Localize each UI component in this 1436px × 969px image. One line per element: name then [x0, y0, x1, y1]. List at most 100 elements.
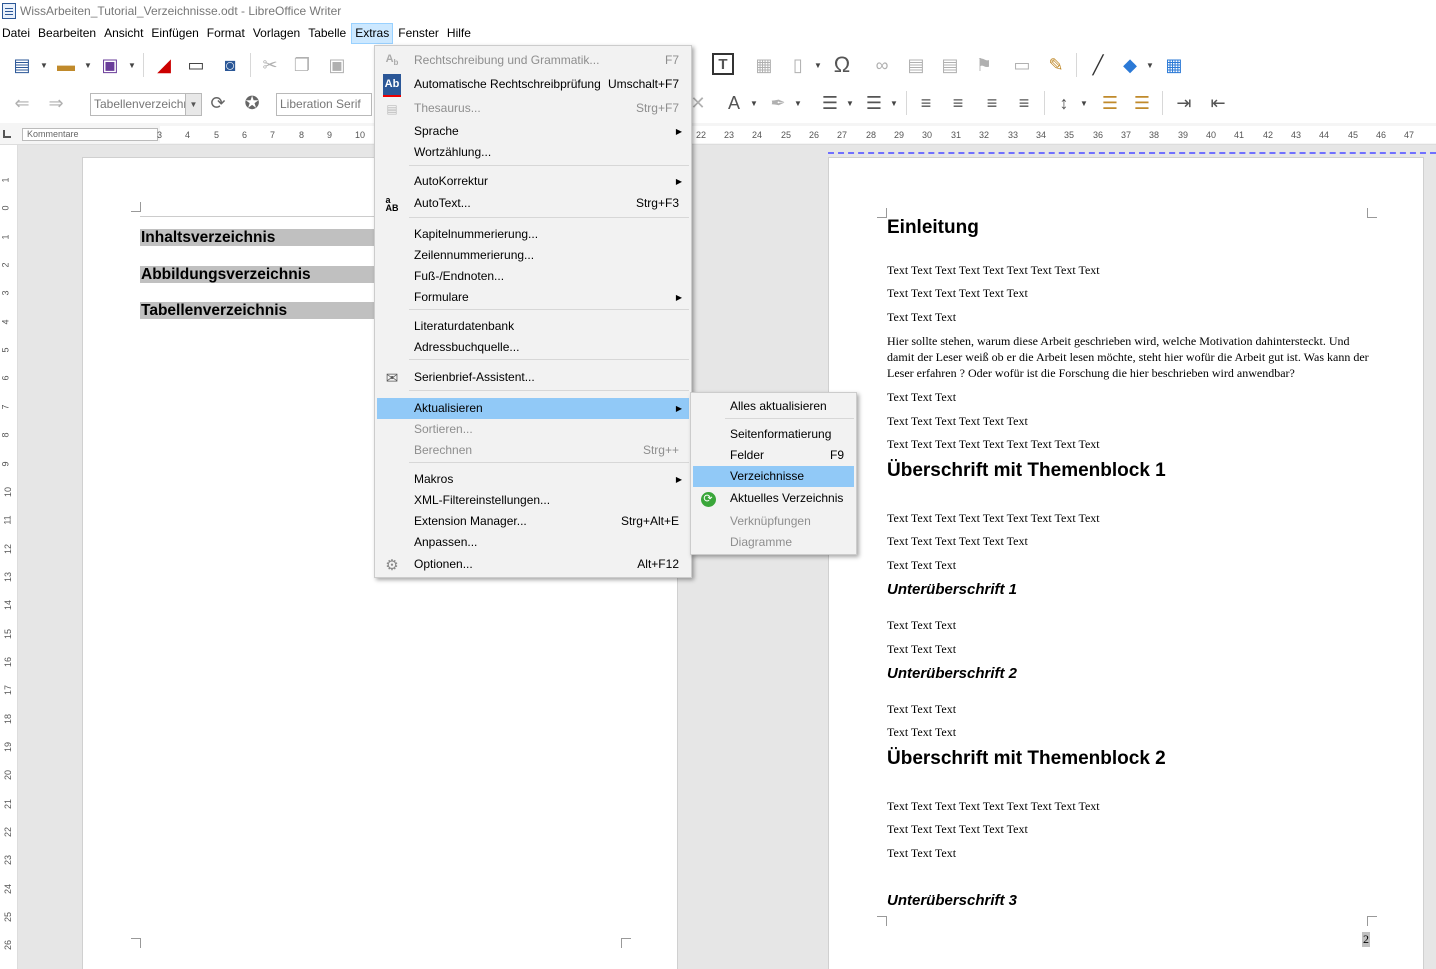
extras-item-anpassen[interactable]: Anpassen...	[377, 532, 689, 553]
extras-item-sortieren[interactable]: Sortieren...	[377, 419, 689, 440]
insert-table-icon[interactable]: ▦	[752, 53, 776, 77]
toc-heading-tabellenverzeichnis[interactable]: Tabellenverzeichnis	[140, 302, 380, 319]
align-right-icon[interactable]: ≡	[980, 91, 1004, 115]
extras-item-autokorrektur[interactable]: AutoKorrektur ▶	[377, 171, 689, 192]
align-left-icon[interactable]: ≡	[914, 91, 938, 115]
cut-icon[interactable]: ✂	[258, 53, 282, 77]
update-item-aktuelles-verzeichnis[interactable]: ⟳ Aktuelles Verzeichnis	[693, 488, 854, 509]
extras-item-zeilennummerierung[interactable]: Zeilennummerierung...	[377, 245, 689, 266]
bullet-dropdown-icon[interactable]: ▼	[846, 91, 854, 115]
extras-item-optionen[interactable]: ⚙ Optionen... Alt+F12	[377, 554, 689, 575]
body-paragraph[interactable]: Text Text Text	[887, 701, 1373, 717]
extras-item-automatische-rechtschreibprüfung[interactable]: Ab Automatische Rechtschreibprüfung Umscha…	[377, 73, 689, 97]
bookmark-icon[interactable]: ⚑	[972, 53, 996, 77]
heading-2[interactable]: Unterüberschrift 1	[887, 580, 1017, 600]
nav-back-icon[interactable]: ⇐	[10, 91, 34, 115]
new-dropdown-arrow-icon[interactable]: ▼	[40, 53, 48, 77]
body-paragraph[interactable]: Text Text Text	[887, 641, 1373, 657]
body-paragraph[interactable]: Text Text Text Text Text Text Text Text …	[887, 798, 1373, 814]
body-paragraph[interactable]: Text Text Text Text Text Text	[887, 821, 1373, 837]
heading-1[interactable]: Überschrift mit Themenblock 1	[887, 459, 1166, 483]
insert-textbox-icon[interactable]: T	[712, 53, 734, 75]
extras-item-berechnen[interactable]: Berechnen Strg++	[377, 440, 689, 461]
highlight-dropdown-icon[interactable]: ▼	[794, 91, 802, 115]
increase-indent-icon[interactable]: ⇥	[1172, 91, 1196, 115]
body-paragraph[interactable]: Text Text Text	[887, 724, 1373, 740]
extras-item-literaturdatenbank[interactable]: Literaturdatenbank	[377, 316, 689, 337]
font-name-combo[interactable]: Liberation Serif	[276, 93, 372, 116]
chevron-down-icon[interactable]: ▼	[185, 94, 201, 115]
new-document-icon[interactable]: ▤	[10, 53, 34, 77]
print-icon[interactable]: ▭	[184, 53, 208, 77]
highlight-color-icon[interactable]: ✒	[766, 91, 790, 115]
body-paragraph[interactable]: Text Text Text Text Text Text Text Text …	[887, 262, 1373, 278]
special-character-icon[interactable]: Ω	[830, 52, 854, 77]
body-paragraph[interactable]: Text Text Text Text Text Text Text Text …	[887, 510, 1373, 526]
comment-icon[interactable]: ▭	[1010, 53, 1034, 77]
copy-icon[interactable]: ❐	[290, 53, 314, 77]
update-item-diagramme[interactable]: Diagramme	[693, 532, 854, 553]
hyperlink-icon[interactable]: ∞	[870, 53, 894, 77]
extras-item-serienbrief-assistent[interactable]: ✉ Serienbrief-Assistent...	[377, 367, 689, 388]
body-paragraph[interactable]: Text Text Text	[887, 617, 1373, 633]
nav-forward-icon[interactable]: ⇒	[44, 91, 68, 115]
justify-icon[interactable]: ≡	[1012, 91, 1036, 115]
basic-shapes-icon[interactable]: ◆	[1118, 53, 1142, 77]
menu-ansicht[interactable]: Ansicht	[101, 23, 146, 44]
body-paragraph[interactable]: Text Text Text Text Text Text	[887, 285, 1373, 301]
line-spacing-dropdown-icon[interactable]: ▼	[1080, 91, 1088, 115]
body-paragraph[interactable]: Text Text Text	[887, 389, 1373, 405]
export-pdf-icon[interactable]: ◢	[152, 53, 176, 77]
extras-item-xml-filtereinstellungen[interactable]: XML-Filtereinstellungen...	[377, 490, 689, 511]
body-paragraph[interactable]: Text Text Text	[887, 845, 1373, 861]
extras-item-kapitelnummerierung[interactable]: Kapitelnummerierung...	[377, 224, 689, 245]
heading-1[interactable]: Überschrift mit Themenblock 2	[887, 747, 1166, 771]
save-dropdown-arrow-icon[interactable]: ▼	[128, 53, 136, 77]
font-color-icon[interactable]: A	[722, 91, 746, 115]
menu-tabelle[interactable]: Tabelle	[305, 23, 349, 44]
line-icon[interactable]: ╱	[1086, 53, 1110, 77]
shapes-dropdown-arrow-icon[interactable]: ▼	[1146, 53, 1154, 77]
heading-1[interactable]: Einleitung	[887, 216, 979, 240]
menu-extras[interactable]: Extras	[351, 23, 394, 44]
vertical-ruler[interactable]: 1 0 1 2 3 4 5 6 7 8 9 10 11 12 13 14 15 16 17 18 19 20 21 22 23 2…	[0, 145, 18, 969]
sidebar-icon[interactable]: ▦	[1162, 53, 1186, 77]
update-item-verzeichnisse[interactable]: Verzeichnisse	[693, 466, 854, 487]
toc-heading-abbildungsverzeichnis[interactable]: Abbildungsverzeichnis	[140, 266, 380, 283]
update-item-seitenformatierung[interactable]: Seitenformatierung	[693, 424, 854, 445]
track-changes-icon[interactable]: ✎	[1044, 53, 1068, 77]
menu-datei[interactable]: Datei	[0, 23, 33, 44]
heading-2[interactable]: Unterüberschrift 3	[887, 891, 1017, 911]
extras-item-extension-manager[interactable]: Extension Manager... Strg+Alt+E	[377, 511, 689, 532]
numbered-list-icon[interactable]: ☰	[862, 91, 886, 115]
bullet-list-icon[interactable]: ☰	[818, 91, 842, 115]
decrease-indent-icon[interactable]: ⇤	[1206, 91, 1230, 115]
numbered-dropdown-icon[interactable]: ▼	[890, 91, 898, 115]
body-paragraph[interactable]: Text Text Text Text Text Text Text Text …	[887, 436, 1373, 452]
paragraph-style-combo[interactable]: Tabellenverzeichn ▼	[90, 93, 202, 116]
endnote-icon[interactable]: ▤	[938, 53, 962, 77]
body-paragraph[interactable]: Text Text Text	[887, 309, 1373, 325]
new-style-icon[interactable]: ✪	[240, 91, 264, 115]
increase-paragraph-spacing-icon[interactable]: ☰	[1098, 91, 1122, 115]
body-paragraph[interactable]: Text Text Text	[887, 557, 1373, 573]
font-color-dropdown-icon[interactable]: ▼	[750, 91, 758, 115]
body-paragraph[interactable]: Hier sollte stehen, warum diese Arbeit g…	[887, 333, 1373, 381]
update-item-verknüpfungen[interactable]: Verknüpfungen	[693, 511, 854, 532]
extras-item-sprache[interactable]: Sprache ▶	[377, 121, 689, 142]
menu-fenster[interactable]: Fenster	[395, 23, 442, 44]
update-item-alles-aktualisieren[interactable]: Alles aktualisieren	[693, 396, 854, 417]
horizontal-ruler[interactable]: Kommentare 34567891011121314151617181920…	[0, 123, 1436, 145]
menu-einfuegen[interactable]: Einfügen	[148, 23, 201, 44]
extras-item-adressbuchquelle[interactable]: Adressbuchquelle...	[377, 337, 689, 358]
extras-item-thesaurus[interactable]: ▤ Thesaurus... Strg+F7	[377, 98, 689, 119]
menu-format[interactable]: Format	[204, 23, 248, 44]
body-paragraph[interactable]: Text Text Text Text Text Text	[887, 533, 1373, 549]
menu-hilfe[interactable]: Hilfe	[444, 23, 474, 44]
field-dropdown-arrow-icon[interactable]: ▼	[814, 53, 822, 77]
tab-stop-icon[interactable]	[3, 130, 11, 138]
insert-field-icon[interactable]: ▯	[786, 53, 810, 77]
page-2[interactable]: 2 Einleitung Text Text Text Text Text Tex…	[828, 157, 1424, 969]
body-paragraph[interactable]: Text Text Text Text Text Text	[887, 413, 1373, 429]
extras-item-autotext[interactable]: a AB AutoText... Strg+F3	[377, 193, 689, 214]
